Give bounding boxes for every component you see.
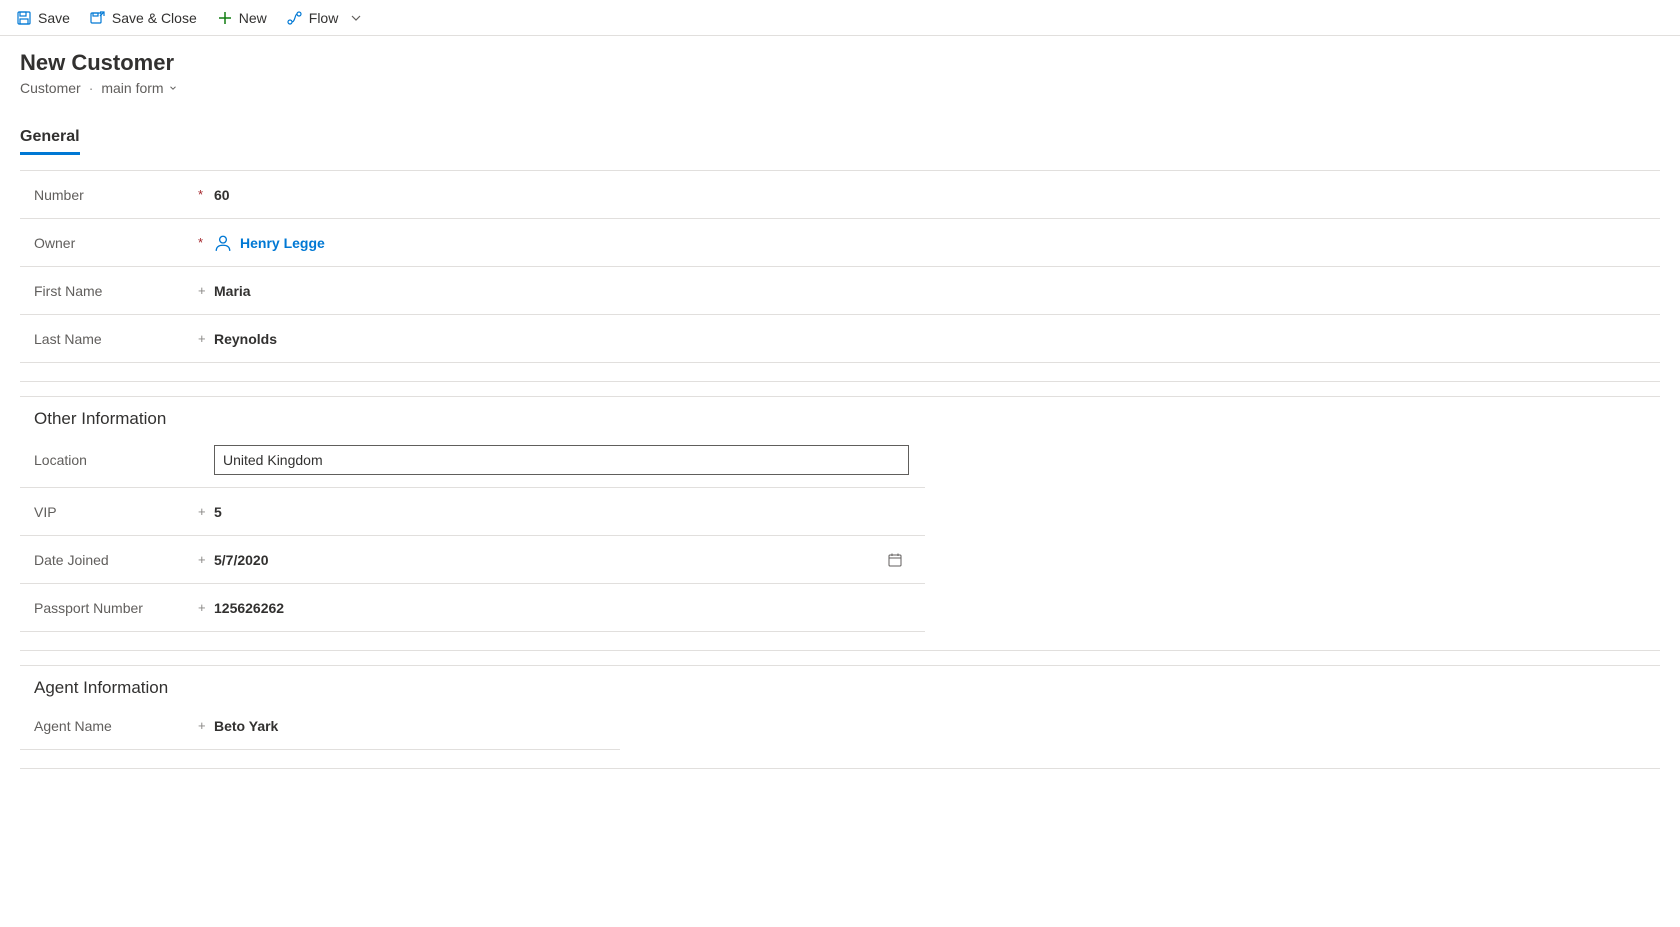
- field-value: Reynolds: [214, 331, 1646, 347]
- field-last-name[interactable]: Last Name + Reynolds: [20, 315, 1660, 363]
- field-value: Maria: [214, 283, 1646, 299]
- chevron-down-icon: [168, 83, 178, 93]
- recommended-marker: +: [198, 600, 214, 615]
- page-header: New Customer Customer · main form: [0, 36, 1680, 102]
- flow-icon: [287, 10, 303, 26]
- field-location[interactable]: Location: [20, 433, 925, 488]
- field-label: First Name: [34, 283, 198, 299]
- required-marker: *: [198, 235, 214, 250]
- section-other-information: Other Information Location VIP + 5 Date …: [20, 396, 1660, 651]
- field-label: Number: [34, 187, 198, 203]
- field-label: Owner: [34, 235, 198, 251]
- plus-icon: [217, 10, 233, 26]
- page-title: New Customer: [20, 50, 1660, 76]
- recommended-marker: +: [198, 283, 214, 298]
- command-bar: Save Save & Close New: [0, 0, 1680, 36]
- field-label: VIP: [34, 504, 198, 520]
- required-marker: *: [198, 187, 214, 202]
- field-label: Passport Number: [34, 600, 198, 616]
- field-label: Date Joined: [34, 552, 198, 568]
- owner-link[interactable]: Henry Legge: [240, 235, 325, 251]
- form-name: main form: [101, 80, 163, 96]
- recommended-marker: +: [198, 552, 214, 567]
- recommended-marker: +: [198, 504, 214, 519]
- tab-bar: General: [0, 122, 1680, 156]
- breadcrumb: Customer · main form: [20, 80, 1660, 96]
- field-value: 5/7/2020: [214, 552, 887, 568]
- section-agent-information: Agent Information Agent Name + Beto Yark: [20, 665, 1660, 769]
- form-selector[interactable]: main form: [101, 80, 177, 96]
- field-label: Last Name: [34, 331, 198, 347]
- entity-name: Customer: [20, 80, 81, 96]
- save-close-icon: [90, 10, 106, 26]
- save-close-button[interactable]: Save & Close: [90, 10, 197, 26]
- save-label: Save: [38, 10, 70, 26]
- field-passport-number[interactable]: Passport Number + 125626262: [20, 584, 925, 632]
- field-agent-name[interactable]: Agent Name + Beto Yark: [20, 702, 620, 750]
- field-label: Location: [34, 452, 198, 468]
- field-label: Agent Name: [34, 718, 198, 734]
- save-icon: [16, 10, 32, 26]
- location-input[interactable]: [214, 445, 909, 475]
- flow-label: Flow: [309, 10, 339, 26]
- calendar-icon[interactable]: [887, 552, 903, 568]
- save-button[interactable]: Save: [16, 10, 70, 26]
- field-value: Beto Yark: [214, 718, 606, 734]
- person-icon: [214, 234, 232, 252]
- recommended-marker: +: [198, 718, 214, 733]
- tab-general[interactable]: General: [20, 122, 80, 155]
- section-general: Number * 60 Owner * Henry Legge First Na…: [20, 170, 1660, 382]
- field-value: 60: [214, 187, 1646, 203]
- chevron-down-icon: [348, 10, 364, 26]
- flow-button[interactable]: Flow: [287, 10, 365, 26]
- section-title: Agent Information: [20, 666, 1660, 702]
- field-owner[interactable]: Owner * Henry Legge: [20, 219, 1660, 267]
- field-value: 125626262: [214, 600, 911, 616]
- breadcrumb-separator: ·: [89, 80, 94, 96]
- field-date-joined[interactable]: Date Joined + 5/7/2020: [20, 536, 925, 584]
- new-label: New: [239, 10, 267, 26]
- field-first-name[interactable]: First Name + Maria: [20, 267, 1660, 315]
- field-value: Henry Legge: [214, 234, 1646, 252]
- new-button[interactable]: New: [217, 10, 267, 26]
- field-vip[interactable]: VIP + 5: [20, 488, 925, 536]
- section-title: Other Information: [20, 397, 1660, 433]
- save-close-label: Save & Close: [112, 10, 197, 26]
- field-value: 5: [214, 504, 911, 520]
- recommended-marker: +: [198, 331, 214, 346]
- field-number[interactable]: Number * 60: [20, 171, 1660, 219]
